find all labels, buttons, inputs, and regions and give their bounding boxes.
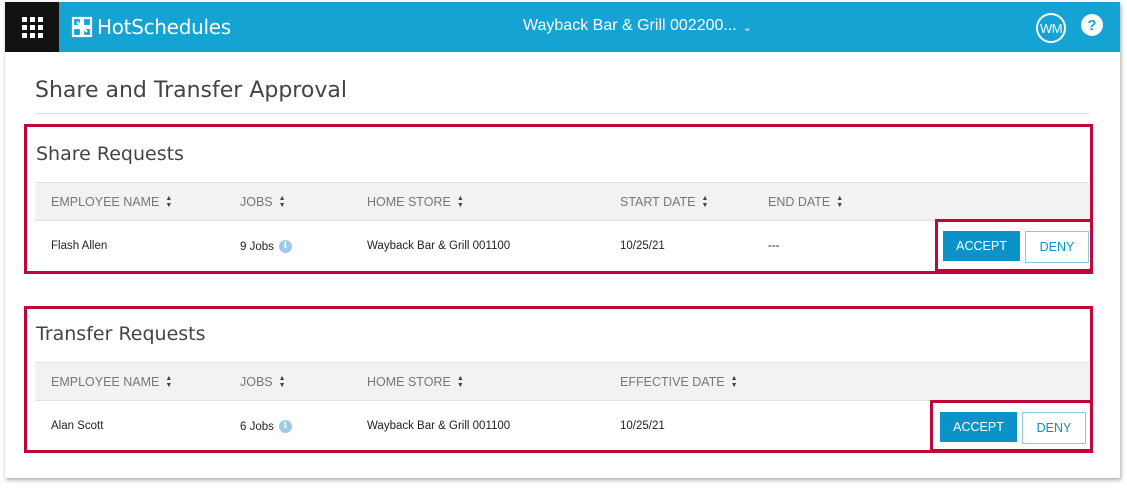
- share-table-header: EMPLOYEE NAME ▲ ▼ JOBS ▲ ▼ HOME STORE ▲ ▼ S…: [35, 182, 1089, 221]
- column-start-date[interactable]: START DATE ▲ ▼: [620, 195, 708, 209]
- sort-icon: ▲ ▼: [730, 375, 738, 389]
- sort-icon: ▲ ▼: [165, 195, 173, 209]
- help-icon[interactable]: ?: [1081, 14, 1103, 36]
- deny-button[interactable]: DENY: [1025, 231, 1089, 263]
- sort-icon: ▲ ▼: [456, 375, 464, 389]
- accept-button[interactable]: ACCEPT: [943, 231, 1020, 261]
- column-home-store[interactable]: HOME STORE ▲ ▼: [367, 195, 464, 209]
- info-icon[interactable]: i: [278, 240, 292, 253]
- share-actions: ACCEPT DENY: [935, 219, 1093, 272]
- home-store: Wayback Bar & Grill 001100: [367, 420, 511, 432]
- user-avatar[interactable]: WM: [1036, 13, 1066, 43]
- transfer-actions: ACCEPT DENY: [930, 400, 1093, 452]
- sort-icon: ▲ ▼: [165, 375, 173, 389]
- share-requests-section: Share Requests EMPLOYEE NAME ▲ ▼ JOBS ▲ ▼ …: [24, 124, 1093, 274]
- transfer-requests-title: Transfer Requests: [36, 323, 206, 345]
- info-icon[interactable]: i: [278, 420, 292, 433]
- home-store: Wayback Bar & Grill 001100: [367, 240, 511, 252]
- sort-icon: ▲ ▼: [278, 195, 286, 209]
- app-grid-icon[interactable]: [5, 2, 59, 52]
- hotschedules-logo-icon: [71, 16, 93, 38]
- brand-name: HotSchedules: [97, 15, 231, 39]
- top-bar: HotSchedules Wayback Bar & Grill 002200.…: [5, 2, 1120, 52]
- column-employee-name[interactable]: EMPLOYEE NAME ▲ ▼: [51, 195, 172, 209]
- effective-date: 10/25/21: [620, 420, 665, 432]
- employee-name: Flash Allen: [51, 240, 108, 252]
- store-selector[interactable]: Wayback Bar & Grill 002200... ⌄: [523, 17, 752, 35]
- page-title: Share and Transfer Approval: [35, 78, 347, 103]
- accept-button[interactable]: ACCEPT: [940, 412, 1017, 442]
- title-divider: [35, 113, 1089, 114]
- jobs-cell: 6 Jobs i: [240, 420, 292, 433]
- column-effective-date[interactable]: EFFECTIVE DATE ▲ ▼: [620, 375, 738, 389]
- store-selector-label: Wayback Bar & Grill 002200...: [523, 17, 737, 34]
- column-jobs[interactable]: JOBS ▲ ▼: [240, 375, 286, 389]
- sort-icon: ▲ ▼: [701, 195, 709, 209]
- table-row: Flash Allen 9 Jobs i Wayback Bar & Grill…: [35, 222, 1089, 272]
- brand-logo[interactable]: HotSchedules: [71, 14, 231, 40]
- employee-name: Alan Scott: [51, 420, 104, 432]
- column-home-store[interactable]: HOME STORE ▲ ▼: [367, 375, 464, 389]
- transfer-requests-section: Transfer Requests EMPLOYEE NAME ▲ ▼ JOBS …: [24, 306, 1093, 453]
- sort-icon: ▲ ▼: [278, 375, 286, 389]
- column-employee-name[interactable]: EMPLOYEE NAME ▲ ▼: [51, 375, 172, 389]
- jobs-cell: 9 Jobs i: [240, 240, 292, 253]
- start-date: 10/25/21: [620, 240, 665, 252]
- share-requests-title: Share Requests: [36, 143, 184, 165]
- transfer-table-header: EMPLOYEE NAME ▲ ▼ JOBS ▲ ▼ HOME STORE ▲ ▼ E…: [35, 362, 1089, 401]
- chevron-down-icon: ⌄: [742, 21, 752, 34]
- end-date: ---: [768, 240, 780, 252]
- sort-icon: ▲ ▼: [836, 195, 844, 209]
- column-jobs[interactable]: JOBS ▲ ▼: [240, 195, 286, 209]
- sort-icon: ▲ ▼: [456, 195, 464, 209]
- deny-button[interactable]: DENY: [1022, 412, 1086, 444]
- column-end-date[interactable]: END DATE ▲ ▼: [768, 195, 843, 209]
